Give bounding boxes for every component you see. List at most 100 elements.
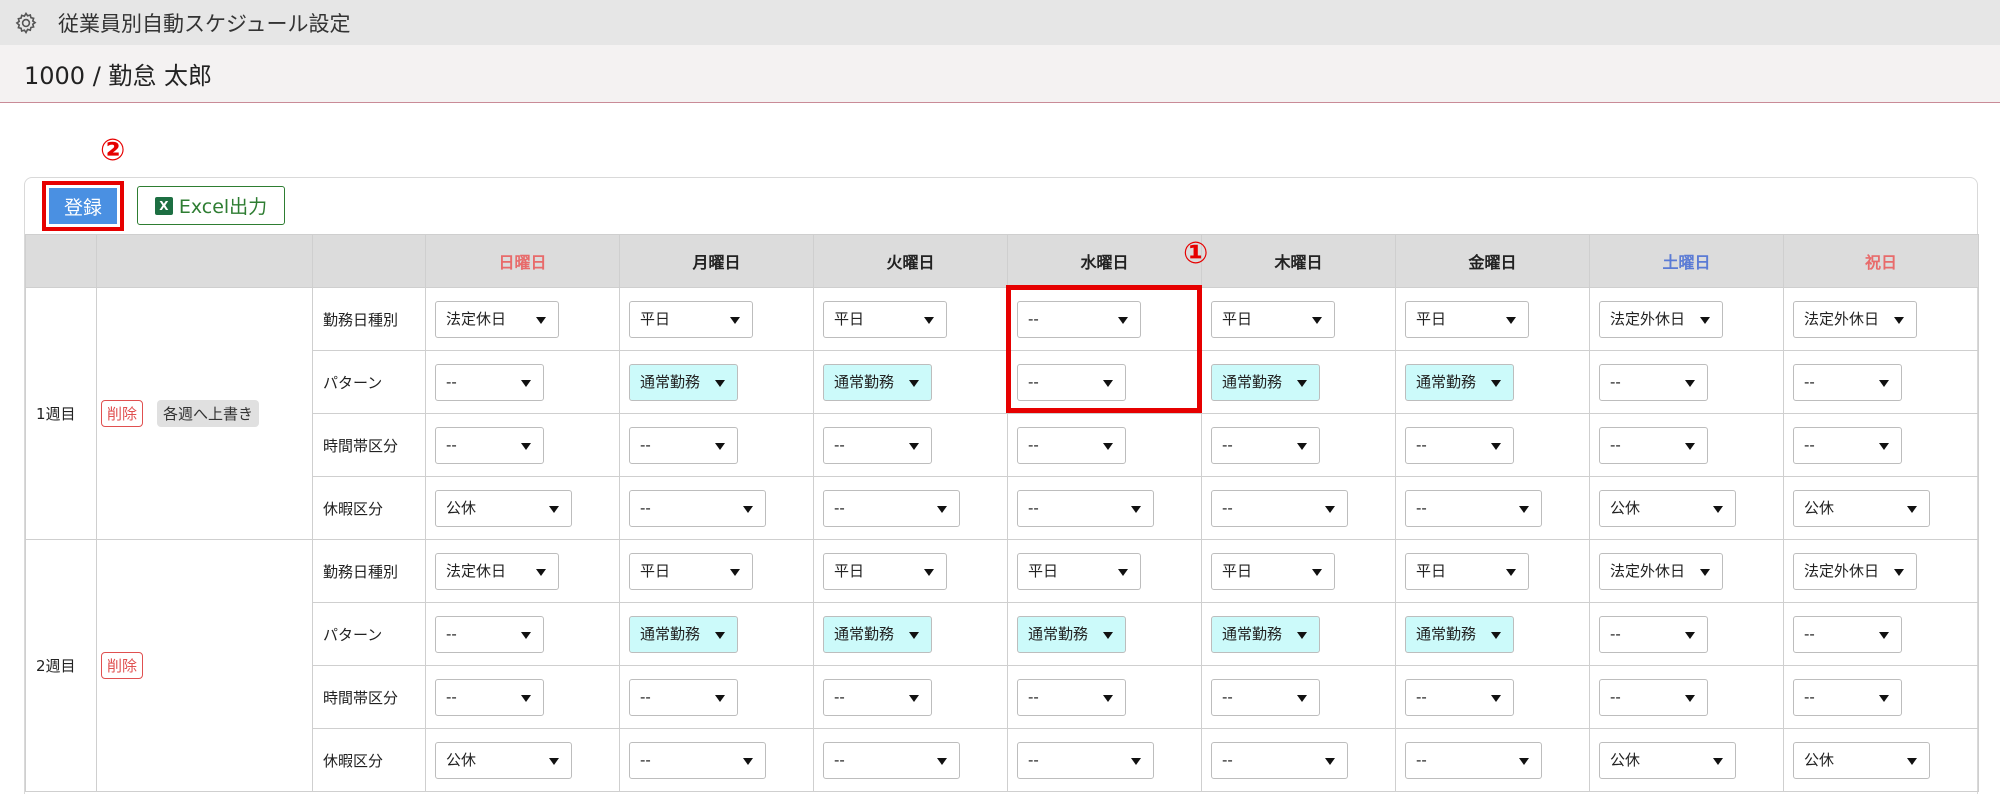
leave-select[interactable]: 公休 — [1599, 489, 1736, 527]
header-actions — [96, 234, 313, 288]
time-zone-select[interactable]: -- — [1793, 426, 1902, 464]
delete-week-button[interactable]: 削除 — [101, 652, 144, 679]
select-value: 平日 — [1222, 561, 1253, 580]
time-zone-select[interactable]: -- — [629, 426, 738, 464]
chevron-down-icon — [1907, 757, 1917, 765]
time-zone-select[interactable]: -- — [1211, 426, 1320, 464]
select-value: -- — [1416, 435, 1427, 454]
leave-select[interactable]: -- — [1211, 489, 1348, 527]
day-type-select[interactable]: 平日 — [823, 552, 947, 590]
day-type-select[interactable]: 法定外休日 — [1599, 300, 1723, 338]
cell-holiday: -- — [1783, 350, 1979, 414]
select-value: -- — [1028, 498, 1039, 517]
week-label: 1週目 — [25, 287, 97, 540]
leave-select[interactable]: -- — [1017, 489, 1154, 527]
time-zone-select[interactable]: -- — [629, 678, 738, 716]
time-zone-select[interactable]: -- — [823, 678, 932, 716]
pattern-select[interactable]: -- — [1793, 615, 1902, 653]
day-type-select[interactable]: 平日 — [1211, 300, 1335, 338]
day-type-select[interactable]: 平日 — [1405, 552, 1529, 590]
cell-tuesday: -- — [813, 665, 1008, 729]
time-zone-select[interactable]: -- — [1599, 678, 1708, 716]
table-row: 時間帯区分 -- -- -- -- -- -- -- -- — [26, 413, 1979, 477]
day-type-select[interactable]: 平日 — [1017, 552, 1141, 590]
chevron-down-icon — [1131, 505, 1141, 513]
day-type-select[interactable]: 法定休日 — [435, 552, 559, 590]
cell-holiday: 法定外休日 — [1783, 539, 1979, 603]
chevron-down-icon — [1491, 694, 1501, 702]
day-type-select[interactable]: 法定外休日 — [1793, 552, 1917, 590]
chevron-down-icon — [1103, 694, 1113, 702]
day-type-select[interactable]: 平日 — [1405, 300, 1529, 338]
excel-export-label: Excel出力 — [178, 196, 268, 218]
cell-holiday: 法定外休日 — [1783, 287, 1979, 351]
select-value: 法定外休日 — [1610, 309, 1686, 328]
pattern-select[interactable]: 通常勤務 — [1405, 363, 1514, 401]
select-value: 平日 — [834, 309, 865, 328]
time-zone-select[interactable]: -- — [823, 426, 932, 464]
time-zone-select[interactable]: -- — [1405, 426, 1514, 464]
time-zone-select[interactable]: -- — [435, 426, 544, 464]
pattern-select[interactable]: 通常勤務 — [1211, 363, 1320, 401]
time-zone-select[interactable]: -- — [1017, 426, 1126, 464]
pattern-select[interactable]: 通常勤務 — [1211, 615, 1320, 653]
pattern-select[interactable]: -- — [1599, 615, 1708, 653]
delete-week-button[interactable]: 削除 — [101, 400, 144, 427]
day-type-select[interactable]: 平日 — [823, 300, 947, 338]
pattern-select[interactable]: -- — [435, 615, 544, 653]
day-type-select[interactable]: -- — [1017, 300, 1141, 338]
pattern-select[interactable]: 通常勤務 — [823, 615, 932, 653]
time-zone-select[interactable]: -- — [1211, 678, 1320, 716]
leave-select[interactable]: -- — [823, 741, 960, 779]
gear-icon[interactable] — [14, 11, 38, 35]
chevron-down-icon — [1506, 568, 1516, 576]
chevron-down-icon — [909, 379, 919, 387]
day-type-select[interactable]: 平日 — [629, 300, 753, 338]
leave-select[interactable]: -- — [1211, 741, 1348, 779]
pattern-select[interactable]: 通常勤務 — [823, 363, 932, 401]
day-type-select[interactable]: 法定休日 — [435, 300, 559, 338]
day-type-select[interactable]: 平日 — [629, 552, 753, 590]
leave-select[interactable]: 公休 — [1599, 741, 1736, 779]
day-type-select[interactable]: 法定外休日 — [1599, 552, 1723, 590]
day-type-select[interactable]: 法定外休日 — [1793, 300, 1917, 338]
select-value: 平日 — [1416, 309, 1447, 328]
pattern-select[interactable]: -- — [1793, 363, 1902, 401]
excel-export-button[interactable]: X Excel出力 — [137, 186, 285, 225]
day-type-select[interactable]: 平日 — [1211, 552, 1335, 590]
cell-wednesday: -- — [1007, 287, 1202, 351]
pattern-select[interactable]: 通常勤務 — [629, 363, 738, 401]
leave-select[interactable]: 公休 — [1793, 741, 1930, 779]
time-zone-select[interactable]: -- — [1793, 678, 1902, 716]
chevron-down-icon — [521, 631, 531, 639]
overwrite-all-weeks-button[interactable]: 各週へ上書き — [157, 400, 260, 427]
row-label: 勤務日種別 — [312, 539, 426, 603]
time-zone-select[interactable]: -- — [1017, 678, 1126, 716]
pattern-select[interactable]: 通常勤務 — [1017, 615, 1126, 653]
leave-select[interactable]: -- — [629, 489, 766, 527]
select-value: -- — [1222, 687, 1233, 706]
leave-select[interactable]: -- — [1405, 489, 1542, 527]
pattern-select[interactable]: -- — [435, 363, 544, 401]
register-button[interactable]: 登録 — [49, 188, 117, 224]
leave-select[interactable]: -- — [823, 489, 960, 527]
leave-select[interactable]: 公休 — [435, 741, 572, 779]
pattern-select[interactable]: 通常勤務 — [629, 615, 738, 653]
pattern-select[interactable]: -- — [1599, 363, 1708, 401]
select-value: -- — [1222, 750, 1233, 769]
select-value: 公休 — [1610, 498, 1641, 517]
pattern-select[interactable]: 通常勤務 — [1405, 615, 1514, 653]
header-holiday: 祝日 — [1783, 234, 1979, 288]
leave-select[interactable]: -- — [1017, 741, 1154, 779]
time-zone-select[interactable]: -- — [435, 678, 544, 716]
select-value: -- — [640, 435, 651, 454]
leave-select[interactable]: 公休 — [1793, 489, 1930, 527]
time-zone-select[interactable]: -- — [1405, 678, 1514, 716]
week-label: 2週目 — [25, 539, 97, 792]
time-zone-select[interactable]: -- — [1599, 426, 1708, 464]
leave-select[interactable]: -- — [629, 741, 766, 779]
cell-friday: 平日 — [1395, 539, 1590, 603]
pattern-select[interactable]: -- — [1017, 363, 1126, 401]
leave-select[interactable]: -- — [1405, 741, 1542, 779]
leave-select[interactable]: 公休 — [435, 489, 572, 527]
